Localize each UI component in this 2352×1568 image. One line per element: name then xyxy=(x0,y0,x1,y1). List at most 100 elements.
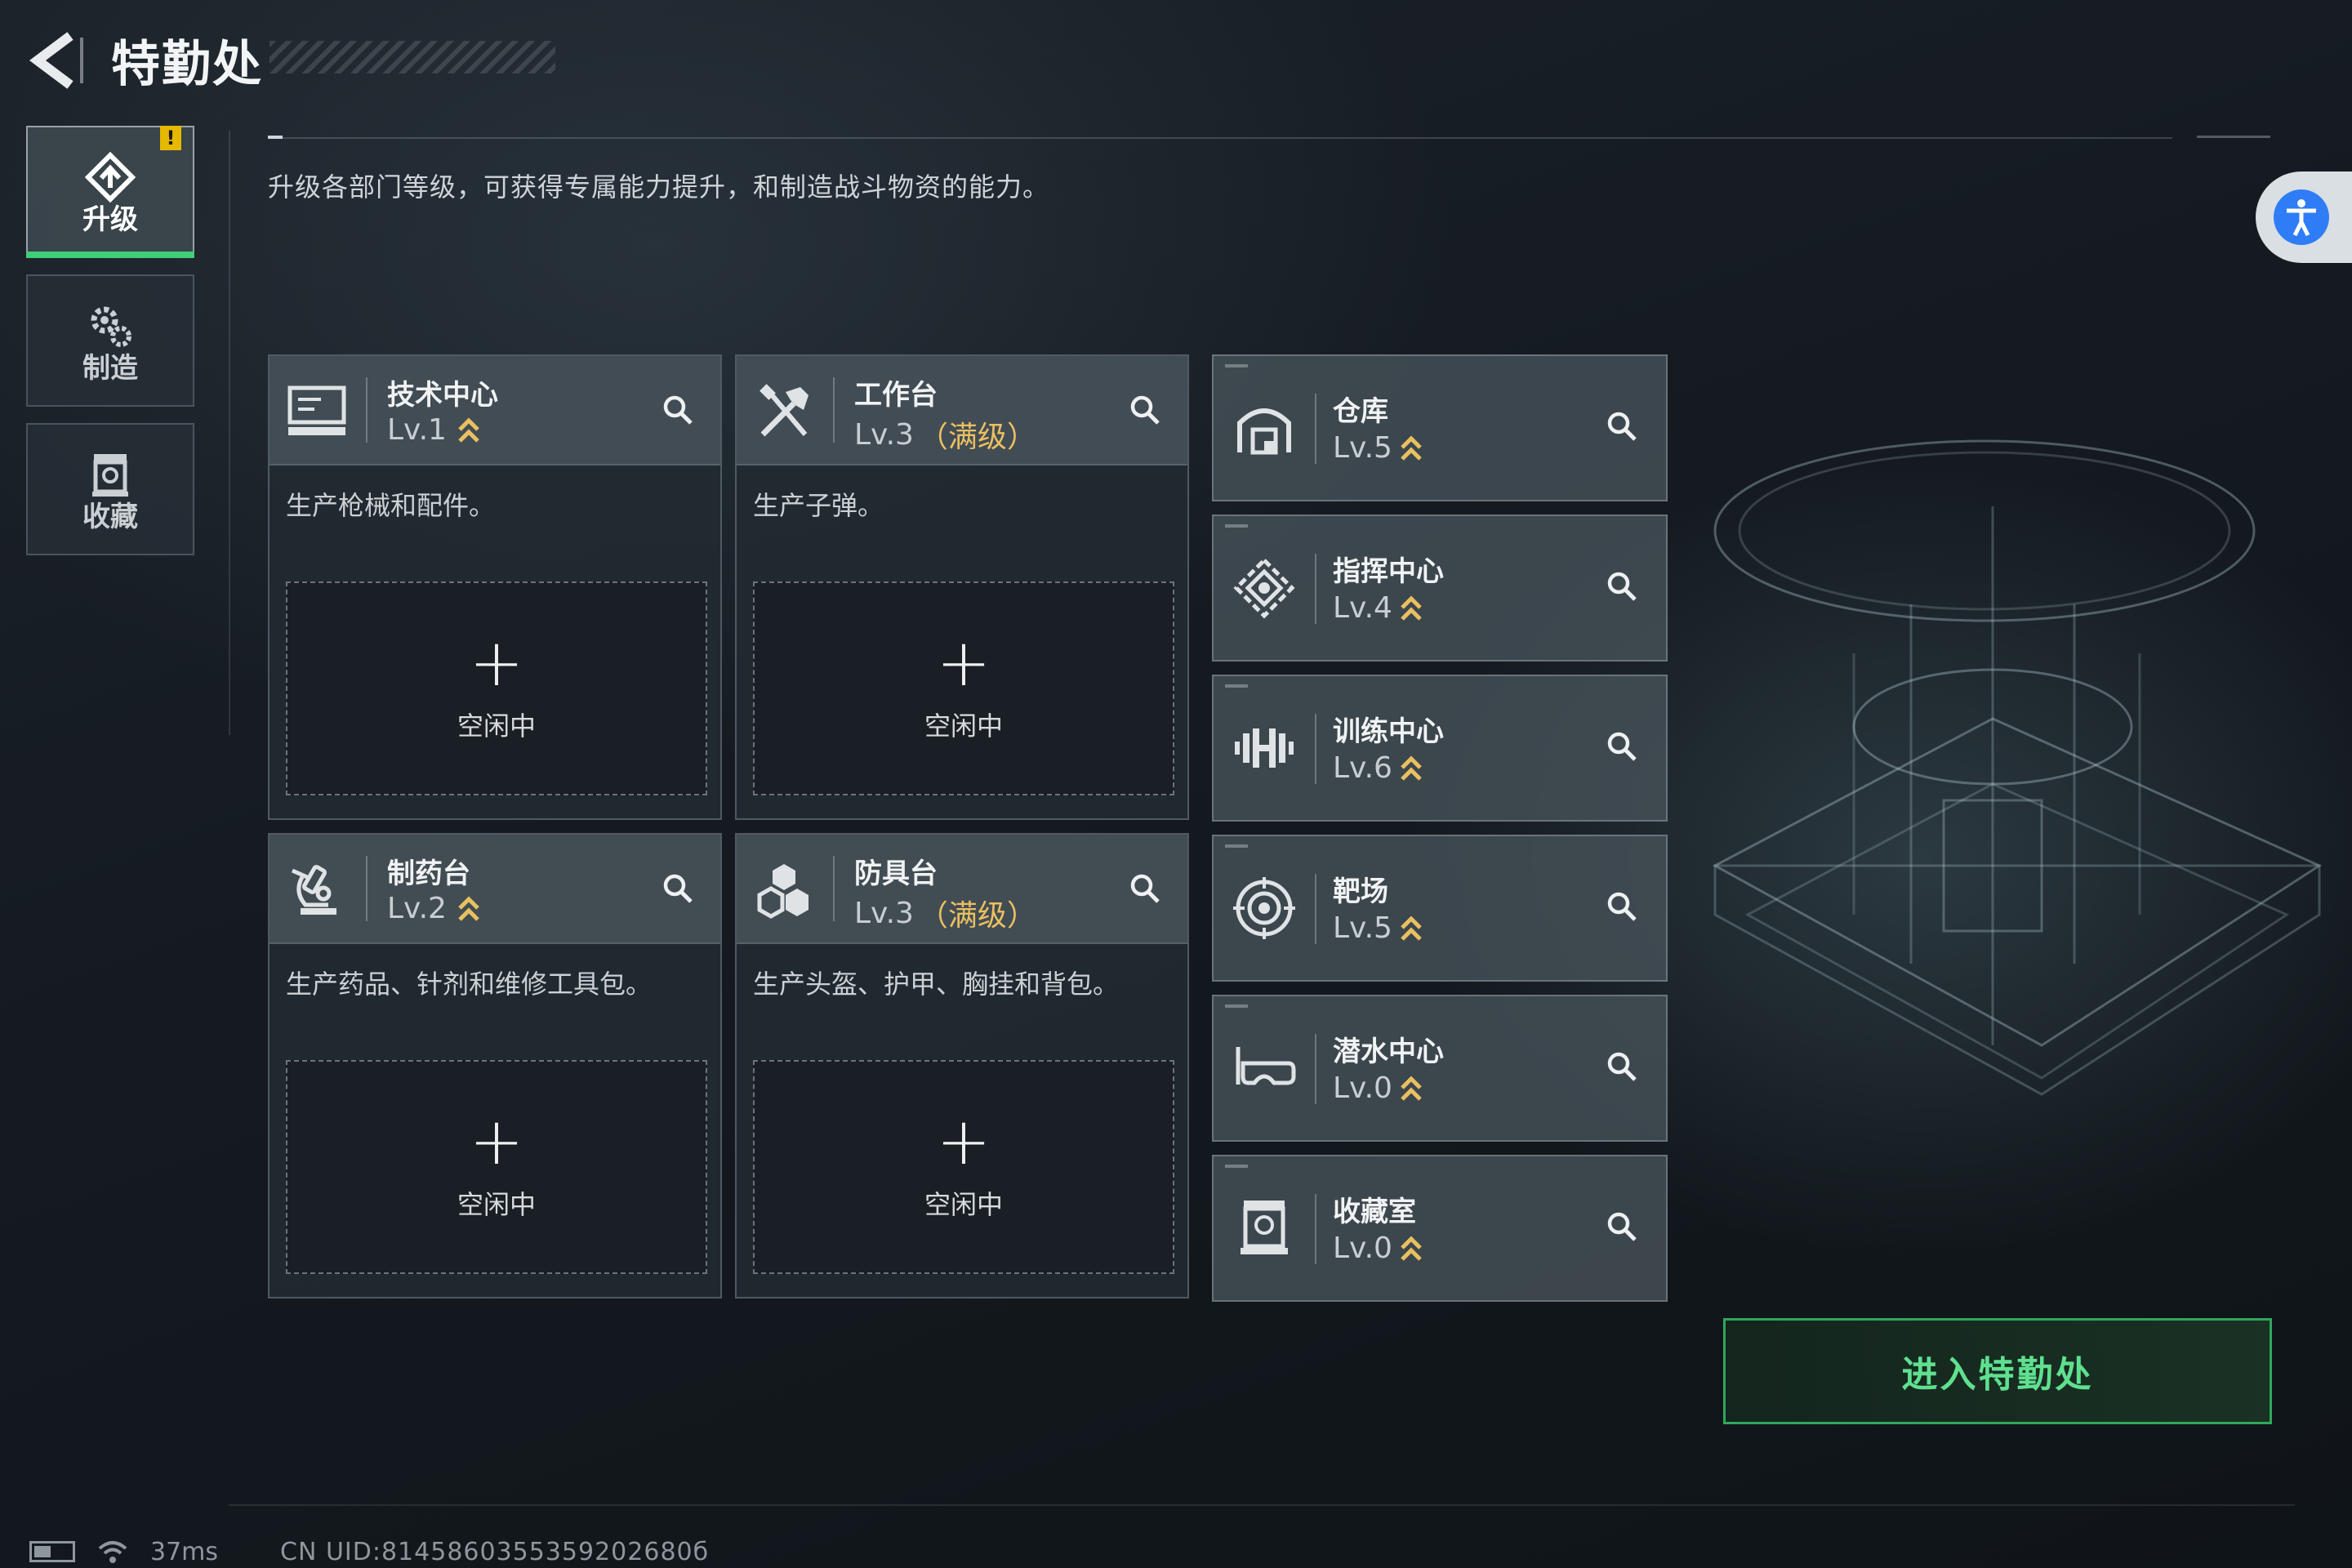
card-tick xyxy=(1225,684,1248,688)
card-header: 工作台 Lv.3 （满级） xyxy=(737,356,1187,466)
base-illustration xyxy=(1712,439,2323,1096)
level-text: Lv.0 xyxy=(1333,1071,1392,1105)
tab-label: 收藏 xyxy=(82,501,138,533)
tab-collection[interactable]: 收藏 xyxy=(26,423,194,555)
production-card-tech-center: 技术中心 Lv.1 生产枪械和配件。 + 空闲中 xyxy=(268,354,722,820)
search-button[interactable] xyxy=(1597,882,1646,931)
armor-bench-icon xyxy=(751,858,817,923)
level-up-icon xyxy=(1401,1235,1422,1261)
vertical-divider xyxy=(229,131,230,735)
workbench-icon xyxy=(751,379,817,444)
separator xyxy=(1315,1034,1316,1104)
slot-status: 空闲中 xyxy=(457,1189,536,1220)
accessibility-icon xyxy=(2274,189,2329,245)
title-decoration xyxy=(270,41,555,74)
level-text: Lv.5 xyxy=(1333,431,1392,465)
production-slot[interactable]: + 空闲中 xyxy=(286,1060,707,1274)
production-slot[interactable]: + 空闲中 xyxy=(286,581,707,795)
search-icon xyxy=(1607,572,1637,601)
tech-center-icon xyxy=(284,379,350,444)
department-card-warehouse[interactable]: 仓库 Lv.5 xyxy=(1212,354,1668,501)
search-button[interactable] xyxy=(1597,1202,1646,1251)
plus-icon: + xyxy=(936,625,991,701)
card-title: 防具台 xyxy=(854,858,938,890)
production-card-workbench: 工作台 Lv.3 （满级） 生产子弹。 + 空闲中 xyxy=(735,354,1189,820)
search-button[interactable] xyxy=(1120,864,1169,913)
search-button[interactable] xyxy=(653,864,702,913)
separator xyxy=(1315,874,1316,944)
active-indicator xyxy=(26,252,194,258)
production-slot[interactable]: + 空闲中 xyxy=(753,1060,1174,1274)
department-card-training-center[interactable]: 训练中心 Lv.6 xyxy=(1212,675,1668,822)
slot-status: 空闲中 xyxy=(924,1189,1003,1220)
department-name: 潜水中心 xyxy=(1333,1036,1444,1068)
level-up-icon xyxy=(1401,915,1422,941)
level-text: Lv.3 xyxy=(854,896,914,930)
battery-icon xyxy=(29,1541,75,1562)
level-text: Lv.6 xyxy=(1333,751,1392,785)
dumbbell-icon xyxy=(1228,712,1300,784)
plus-icon: + xyxy=(469,1103,524,1179)
separator xyxy=(1315,554,1316,624)
search-icon xyxy=(663,874,693,903)
department-level: Lv.4 xyxy=(1333,591,1423,625)
department-card-diving-center[interactable]: 潜水中心 Lv.0 xyxy=(1212,995,1668,1142)
page-description: 升级各部门等级，可获得专属能力提升，和制造战斗物资的能力。 xyxy=(268,172,1050,203)
search-button[interactable] xyxy=(653,385,702,434)
tab-upgrade[interactable]: ! 升级 xyxy=(26,126,194,258)
department-card-command-center[interactable]: 指挥中心 Lv.4 xyxy=(1212,514,1668,662)
level-up-icon xyxy=(1401,595,1422,621)
plus-icon: + xyxy=(469,625,524,701)
department-name: 仓库 xyxy=(1333,395,1388,428)
diving-mask-icon xyxy=(1228,1032,1300,1104)
search-button[interactable] xyxy=(1120,385,1169,434)
department-level: Lv.0 xyxy=(1333,1232,1423,1265)
search-button[interactable] xyxy=(1597,402,1646,451)
tab-label: 升级 xyxy=(82,203,138,236)
search-icon xyxy=(1607,1212,1637,1241)
department-card-shooting-range[interactable]: 靶场 Lv.5 xyxy=(1212,835,1668,982)
enter-button-label: 进入特勤处 xyxy=(1901,1354,2094,1396)
level-text: Lv.5 xyxy=(1333,911,1392,945)
production-card-armor-bench: 防具台 Lv.3 （满级） 生产头盔、护甲、胸挂和背包。 + 空闲中 xyxy=(735,833,1189,1298)
separator xyxy=(1315,1194,1316,1264)
level-up-icon xyxy=(1401,755,1422,781)
card-tick xyxy=(1225,1165,1248,1168)
level-up-icon xyxy=(458,416,479,443)
search-button[interactable] xyxy=(1597,1042,1646,1091)
card-tick xyxy=(1225,844,1248,848)
search-button[interactable] xyxy=(1597,722,1646,771)
enter-special-ops-button[interactable]: 进入特勤处 xyxy=(1723,1318,2272,1424)
tab-manufacture[interactable]: 制造 xyxy=(26,274,194,407)
bottom-divider xyxy=(229,1504,2295,1506)
department-name: 靶场 xyxy=(1333,875,1388,908)
department-card-collection-room[interactable]: 收藏室 Lv.0 xyxy=(1212,1155,1668,1302)
card-header: 制药台 Lv.2 xyxy=(270,835,720,944)
divider xyxy=(270,137,2172,139)
level-text: Lv.1 xyxy=(387,413,447,447)
maxed-text: （满级） xyxy=(918,899,1036,933)
level-up-icon xyxy=(1401,434,1422,461)
department-level: Lv.0 xyxy=(1333,1071,1423,1105)
card-level: Lv.3 （满级） xyxy=(854,892,1036,934)
search-icon xyxy=(1607,892,1637,921)
card-level: Lv.3 （满级） xyxy=(854,413,1036,456)
department-level: Lv.5 xyxy=(1333,911,1423,945)
level-text: Lv.4 xyxy=(1333,591,1392,625)
card-title: 制药台 xyxy=(387,858,470,890)
accessibility-button[interactable] xyxy=(2256,172,2352,263)
card-title: 工作台 xyxy=(854,379,938,412)
search-icon xyxy=(1607,412,1637,441)
slot-status: 空闲中 xyxy=(457,710,536,742)
card-header: 技术中心 Lv.1 xyxy=(270,356,720,466)
department-name: 指挥中心 xyxy=(1333,555,1444,588)
department-level: Lv.5 xyxy=(1333,431,1423,465)
divider-dash xyxy=(268,136,283,139)
tab-label: 制造 xyxy=(82,352,138,385)
command-center-icon xyxy=(1228,552,1300,624)
wifi-icon xyxy=(98,1541,127,1563)
back-button[interactable] xyxy=(23,29,88,91)
search-button[interactable] xyxy=(1597,562,1646,611)
production-slot[interactable]: + 空闲中 xyxy=(753,581,1174,795)
separator xyxy=(366,856,368,921)
